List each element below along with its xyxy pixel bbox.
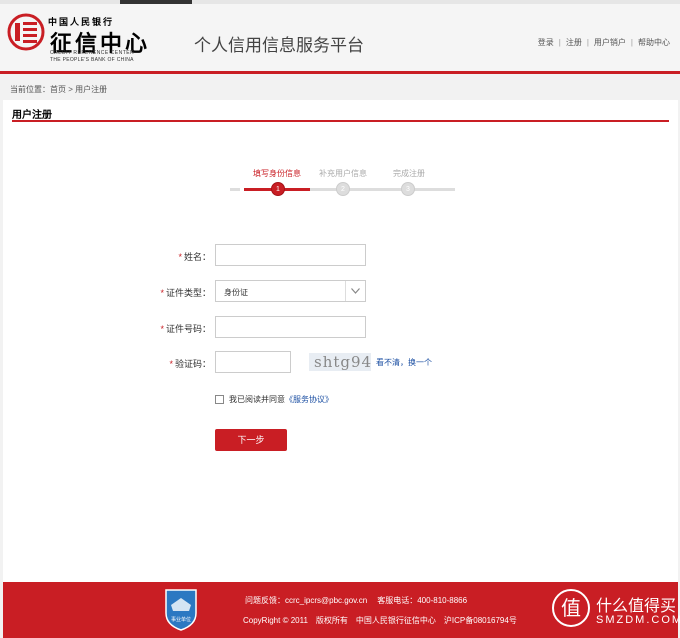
panel-title: 用户注册 [12, 110, 52, 121]
captcha-label-text: 验证码： [174, 359, 211, 369]
id-type-value: 身份证 [224, 288, 248, 297]
watermark-text-en: SMZDM.COM [596, 614, 680, 626]
nav-separator: | [558, 38, 561, 47]
step-track-3 [377, 188, 455, 191]
captcha-label: * 验证码： [169, 357, 211, 370]
captcha-refresh-link[interactable]: 看不清，换一个 [376, 357, 432, 368]
copyright: CopyRight © 2011 [243, 616, 308, 625]
select-arrow[interactable] [345, 281, 365, 301]
rights: 版权所有 [315, 616, 348, 625]
public-institution-badge-icon[interactable]: 事业单位 [163, 587, 199, 631]
required-mark: * [169, 359, 173, 369]
captcha-image[interactable]: shtg94 [309, 353, 371, 371]
required-mark: * [178, 252, 182, 262]
id-type-row: * 证件类型： 身份证 [3, 280, 678, 302]
nav-login-link[interactable]: 登录 [538, 38, 554, 47]
badge-text: 事业单位 [171, 616, 191, 623]
step-2-label: 补充用户信息 [319, 169, 367, 178]
site-title: 个人信用信息服务平台 [194, 36, 364, 55]
step-3-label: 完成注册 [393, 169, 425, 178]
step-3-dot: 3 [401, 182, 415, 196]
step-1-dot: 1 [271, 182, 285, 196]
smzdm-watermark: 值 什么值得买 SMZDM.COM [550, 586, 680, 634]
panel-title-underline [12, 120, 669, 122]
name-label-text: 姓名： [183, 252, 211, 262]
registration-panel: 用户注册 填写身份信息 补充用户信息 完成注册 1 2 3 * 姓名： * 证件类型… [3, 100, 678, 582]
step-1-label: 填写身份信息 [253, 169, 301, 178]
nav-separator: | [630, 38, 633, 47]
nav-register-link[interactable]: 注册 [566, 38, 582, 47]
agree-checkbox[interactable] [215, 395, 224, 404]
icp-number: 沪ICP备08016794号 [443, 616, 517, 625]
id-number-row: * 证件号码： [3, 316, 678, 338]
name-row: * 姓名： [3, 244, 678, 266]
id-type-label: * 证件类型： [160, 286, 211, 299]
smzdm-logo-icon: 值 [552, 589, 590, 627]
top-nav: 登录 | 注册 | 用户销户 | 帮助中心 [538, 37, 670, 48]
logo-english-line-1: CREDIT REFERENCE CENTER [50, 50, 135, 56]
captcha-text: shtg94 [314, 353, 371, 371]
watermark-text-cn: 什么值得买 [596, 598, 677, 615]
logo-english-line-2: THE PEOPLE'S BANK OF CHINA [50, 57, 134, 63]
hotline: 客服电话：400-810-8866 [377, 596, 468, 605]
nav-separator: | [586, 38, 589, 47]
captcha-row: * 验证码： shtg94 看不清，换一个 [3, 351, 678, 373]
footer-contact-line: 问题反馈：ccrc_ipcrs@pbc.gov.cn 客服电话：400-810-8… [245, 595, 467, 606]
chevron-down-icon [351, 288, 360, 294]
name-input[interactable] [215, 244, 366, 266]
nav-deregister-link[interactable]: 用户销户 [594, 38, 626, 47]
name-label: * 姓名： [178, 250, 211, 263]
id-type-select[interactable]: 身份证 [215, 280, 366, 302]
header-divider [0, 71, 680, 74]
id-number-label-text: 证件号码： [165, 324, 211, 334]
service-agreement-link[interactable]: 《服务协议》 [285, 395, 333, 404]
breadcrumb: 当前位置：首页 > 用户注册 [10, 85, 108, 94]
id-type-label-text: 证件类型： [165, 288, 211, 298]
next-step-button[interactable]: 下一步 [215, 429, 287, 451]
step-2-dot: 2 [336, 182, 350, 196]
footer: 事业单位 问题反馈：ccrc_ipcrs@pbc.gov.cn 客服电话：400-… [3, 582, 680, 638]
captcha-input[interactable] [215, 351, 291, 373]
step-track-left [230, 188, 240, 191]
nav-help-link[interactable]: 帮助中心 [638, 38, 670, 47]
credit-center-emblem-icon [7, 13, 45, 51]
id-number-label: * 证件号码： [160, 322, 211, 335]
agreement-row: 我已阅读并同意《服务协议》 [215, 394, 333, 405]
required-mark: * [160, 288, 164, 298]
required-mark: * [160, 324, 164, 334]
logo[interactable]: 中国人民银行 征信中心 CREDIT REFERENCE CENTER THE … [6, 12, 154, 66]
id-number-input[interactable] [215, 316, 366, 338]
footer-copyright-line: CopyRight © 2011 版权所有 中国人民银行征信中心 沪ICP备08016… [243, 615, 525, 626]
header: 中国人民银行 征信中心 CREDIT REFERENCE CENTER THE … [0, 4, 680, 74]
feedback-email: 问题反馈：ccrc_ipcrs@pbc.gov.cn [245, 596, 368, 605]
agree-text: 我已阅读并同意 [229, 395, 285, 404]
step-indicator: 填写身份信息 补充用户信息 完成注册 1 2 3 [230, 165, 455, 205]
organization: 中国人民银行征信中心 [355, 616, 436, 625]
